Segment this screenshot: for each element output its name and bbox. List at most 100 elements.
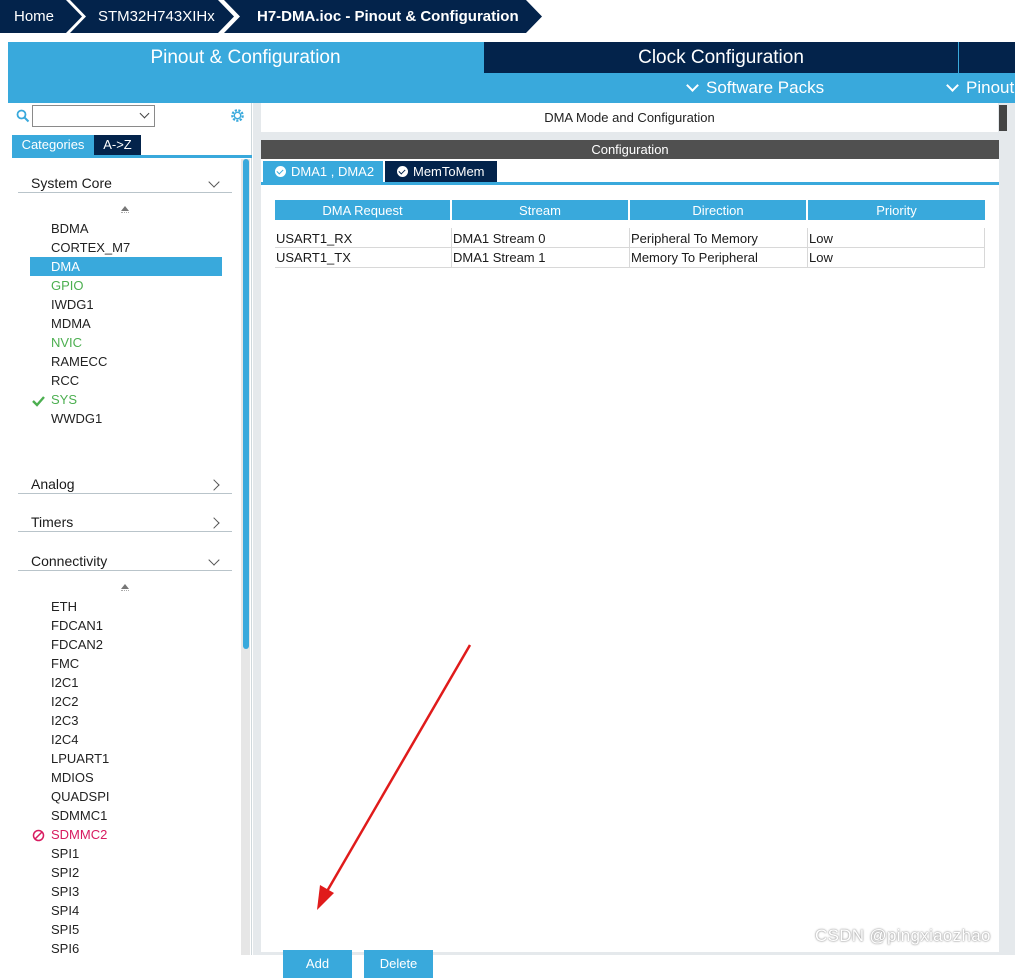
- list-item[interactable]: CORTEX_M7: [30, 238, 222, 257]
- breadcrumb-project[interactable]: H7-DMA.ioc - Pinout & Configuration: [224, 0, 542, 33]
- list-item-label: SDMMC2: [51, 827, 108, 842]
- list-item[interactable]: SYS: [30, 390, 222, 409]
- list-item[interactable]: FDCAN2: [30, 635, 222, 654]
- chevron-down-icon: [208, 176, 220, 188]
- tab-label: MemToMem: [413, 164, 485, 179]
- tab-pinout-configuration[interactable]: Pinout & Configuration: [8, 42, 483, 73]
- configuration-title: Configuration: [261, 140, 999, 159]
- table-cell: USART1_TX: [275, 248, 452, 268]
- watermark: CSDN @pingxiaozhao: [815, 926, 991, 945]
- group-label: Timers: [31, 514, 74, 530]
- list-item[interactable]: MDIOS: [30, 768, 222, 787]
- column-header[interactable]: Direction: [630, 200, 808, 220]
- list-item[interactable]: GPIO: [30, 276, 222, 295]
- sub-menu-bar: Software Packs Pinout: [8, 73, 1015, 103]
- scroll-up-icon[interactable]: [121, 584, 129, 591]
- list-item[interactable]: ETH: [30, 597, 222, 616]
- chevron-down-icon: [139, 108, 150, 119]
- main-tabs: Pinout & Configuration Clock Configurati…: [8, 42, 1015, 73]
- chevron-down-icon: [686, 79, 699, 92]
- list-item[interactable]: FDCAN1: [30, 616, 222, 635]
- list-item-selected[interactable]: DMA: [30, 257, 222, 276]
- tab-categories[interactable]: Categories: [12, 135, 94, 155]
- list-item[interactable]: SPI6: [30, 939, 222, 958]
- list-item[interactable]: NVIC: [30, 333, 222, 352]
- dma-subtabs: DMA1 , DMA2 MemToMem: [261, 159, 999, 185]
- pinout-menu[interactable]: Pinout: [946, 73, 1015, 103]
- breadcrumb: Home STM32H743XIHx H7-DMA.ioc - Pinout &…: [0, 0, 1015, 33]
- list-item[interactable]: I2C1: [30, 673, 222, 692]
- list-item[interactable]: SPI3: [30, 882, 222, 901]
- table-cell: Peripheral To Memory: [630, 228, 808, 248]
- breadcrumb-device[interactable]: STM32H743XIHx: [70, 0, 234, 33]
- dma-request-table: DMA Request Stream Direction Priority US…: [275, 200, 985, 268]
- add-button[interactable]: Add: [283, 950, 352, 978]
- group-timers[interactable]: Timers: [18, 507, 232, 532]
- list-item-label: SYS: [51, 392, 78, 407]
- chevron-right-icon: [208, 517, 220, 529]
- list-item[interactable]: SPI1: [30, 844, 222, 863]
- delete-button[interactable]: Delete: [364, 950, 433, 978]
- breadcrumb-home[interactable]: Home: [0, 0, 82, 33]
- pinout-label: Pinout: [966, 78, 1015, 97]
- tab-overflow[interactable]: [959, 42, 1015, 73]
- list-item[interactable]: QUADSPI: [30, 787, 222, 806]
- search-icon[interactable]: [16, 109, 30, 126]
- list-item[interactable]: WWDG1: [30, 409, 222, 428]
- tab-label: DMA1 , DMA2: [291, 164, 375, 179]
- group-system-core[interactable]: System Core: [18, 168, 232, 193]
- check-circle-icon: [275, 166, 286, 177]
- tab-memtomem[interactable]: MemToMem: [385, 161, 497, 182]
- list-item[interactable]: I2C3: [30, 711, 222, 730]
- list-item[interactable]: I2C4: [30, 730, 222, 749]
- list-item[interactable]: SPI5: [30, 920, 222, 939]
- table-cell: USART1_RX: [275, 228, 452, 248]
- list-item[interactable]: SDMMC2: [30, 825, 222, 844]
- column-header[interactable]: Priority: [808, 200, 985, 220]
- search-combobox[interactable]: [32, 105, 155, 127]
- list-item[interactable]: SDMMC1: [30, 806, 222, 825]
- group-analog[interactable]: Analog: [18, 469, 232, 494]
- configuration-area: DMA Mode and Configuration Configuration…: [253, 103, 1015, 978]
- tab-dma1-dma2[interactable]: DMA1 , DMA2: [263, 161, 383, 182]
- chevron-down-icon: [208, 554, 220, 566]
- list-item[interactable]: MDMA: [30, 314, 222, 333]
- list-item[interactable]: I2C2: [30, 692, 222, 711]
- list-item[interactable]: BDMA: [30, 219, 222, 238]
- tab-clock-configuration[interactable]: Clock Configuration: [484, 42, 958, 73]
- column-header[interactable]: DMA Request: [275, 200, 452, 220]
- table-cell: DMA1 Stream 0: [452, 228, 630, 248]
- tab-a-z[interactable]: A->Z: [94, 135, 141, 155]
- mode-header: DMA Mode and Configuration: [261, 103, 998, 132]
- group-connectivity[interactable]: Connectivity: [18, 546, 232, 571]
- categories-panel: Categories A->Z System Core BDMA CORTEX_M…: [8, 103, 252, 958]
- configuration-panel: Configuration DMA1 , DMA2 MemToMem DMA R…: [261, 140, 999, 978]
- system-core-list: BDMA CORTEX_M7 DMA GPIO IWDG1 MDMA NVIC …: [30, 219, 222, 428]
- connectivity-list: ETH FDCAN1 FDCAN2 FMC I2C1 I2C2 I2C3 I2C…: [30, 597, 222, 958]
- software-packs-label: Software Packs: [706, 78, 825, 97]
- group-label: System Core: [31, 175, 112, 191]
- scrollbar-thumb[interactable]: [243, 159, 249, 649]
- tab-underline: [12, 155, 252, 158]
- gear-icon[interactable]: [229, 107, 246, 127]
- list-item[interactable]: RAMECC: [30, 352, 222, 371]
- tab-underline: [261, 182, 999, 185]
- table-cell: Memory To Peripheral: [630, 248, 808, 268]
- collapse-handle[interactable]: [999, 105, 1007, 131]
- table-row[interactable]: USART1_RX DMA1 Stream 0 Peripheral To Me…: [275, 228, 985, 248]
- chevron-down-icon: [946, 79, 959, 92]
- software-packs-menu[interactable]: Software Packs: [686, 73, 825, 103]
- table-cell: Low: [808, 228, 985, 248]
- group-label: Connectivity: [31, 553, 108, 569]
- group-label: Analog: [31, 476, 75, 492]
- list-item[interactable]: IWDG1: [30, 295, 222, 314]
- list-item[interactable]: SPI4: [30, 901, 222, 920]
- list-item[interactable]: LPUART1: [30, 749, 222, 768]
- list-item[interactable]: SPI2: [30, 863, 222, 882]
- list-item[interactable]: RCC: [30, 371, 222, 390]
- list-item[interactable]: FMC: [30, 654, 222, 673]
- column-header[interactable]: Stream: [452, 200, 630, 220]
- table-cell: Low: [808, 248, 985, 268]
- table-row[interactable]: USART1_TX DMA1 Stream 1 Memory To Periph…: [275, 248, 985, 268]
- scroll-up-icon[interactable]: [121, 206, 129, 213]
